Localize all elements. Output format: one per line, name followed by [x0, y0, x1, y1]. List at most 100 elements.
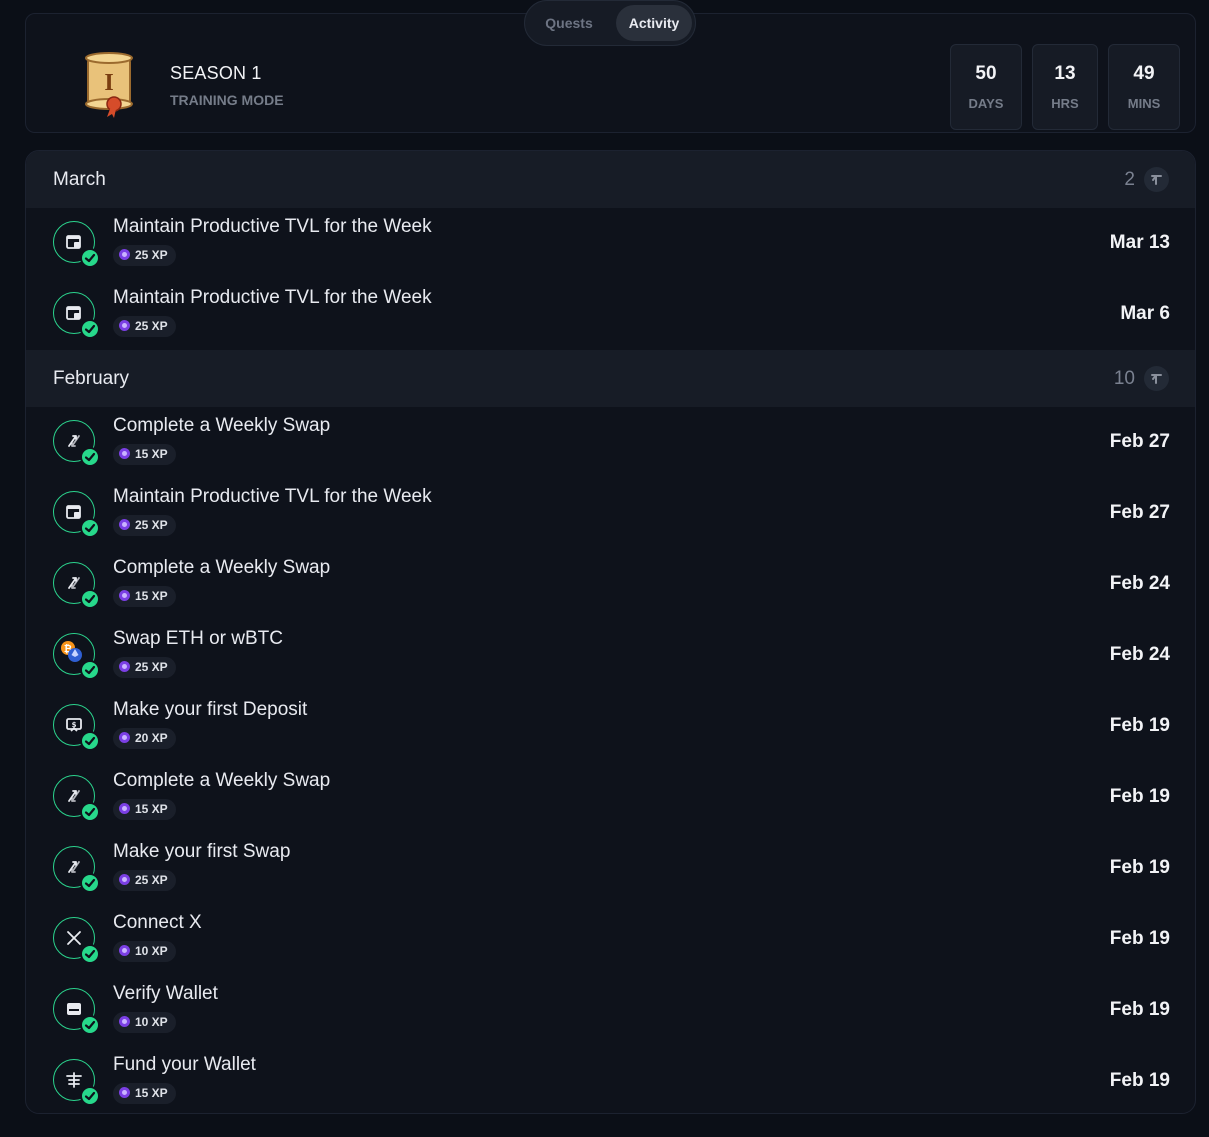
activity-row[interactable]: Complete a Weekly Swap 15 XP Feb 19	[26, 762, 1195, 833]
xp-icon	[119, 874, 130, 885]
check-icon	[80, 660, 100, 680]
xp-icon	[119, 320, 130, 331]
timer-hours-value: 13	[1054, 63, 1076, 84]
xp-badge: 15 XP	[113, 1083, 176, 1104]
xp-badge: 25 XP	[113, 870, 176, 891]
timer-hours: 13 HRS	[1032, 44, 1098, 130]
activity-row[interactable]: Verify Wallet 10 XP Feb 19	[26, 975, 1195, 1046]
month-count: 10	[1113, 368, 1135, 389]
activity-row[interactable]: $ Make your first Deposit 20 XP Feb 19	[26, 691, 1195, 762]
svg-text:I: I	[104, 70, 113, 96]
xp-icon	[119, 1016, 130, 1027]
xp-icon	[119, 448, 130, 459]
activity-date: Feb 19	[1109, 928, 1170, 949]
activity-title: Maintain Productive TVL for the Week	[113, 216, 432, 237]
check-icon	[80, 802, 100, 822]
tab-quests[interactable]: Quests	[533, 5, 605, 41]
check-icon	[80, 248, 100, 268]
check-icon	[80, 873, 100, 893]
activity-row[interactable]: Maintain Productive TVL for the Week 25 X…	[26, 478, 1195, 549]
xp-value: 15 XP	[135, 802, 168, 816]
activity-title: Complete a Weekly Swap	[113, 415, 331, 436]
month-name: March	[53, 169, 106, 190]
season-scroll-icon: I	[80, 52, 140, 118]
xp-icon	[119, 1087, 130, 1098]
xp-value: 15 XP	[135, 589, 168, 603]
svg-text:$: $	[72, 721, 77, 729]
collapse-icon[interactable]	[1144, 366, 1169, 391]
activity-row[interactable]: Maintain Productive TVL for the Week 25 X…	[26, 208, 1195, 279]
activity-row[interactable]: Fund your Wallet 15 XP Feb 19	[26, 1046, 1195, 1113]
month-header-february[interactable]: February 10	[26, 350, 1195, 407]
xp-icon	[119, 732, 130, 743]
timer-hours-unit: HRS	[1051, 96, 1079, 111]
xp-icon	[119, 519, 130, 530]
activity-date: Mar 13	[1109, 232, 1170, 253]
xp-badge: 15 XP	[113, 586, 176, 607]
season-subtitle: TRAINING MODE	[170, 92, 284, 108]
xp-value: 25 XP	[135, 873, 168, 887]
timer-minutes-value: 49	[1133, 63, 1155, 84]
activity-title: Maintain Productive TVL for the Week	[113, 486, 432, 507]
view-tabs: Quests Activity	[524, 0, 696, 46]
month-name: February	[53, 368, 130, 389]
check-icon	[80, 589, 100, 609]
activity-title: Make your first Swap	[113, 841, 291, 862]
timer-days-value: 50	[975, 63, 997, 84]
activity-title: Make your first Deposit	[113, 699, 308, 720]
xp-badge: 15 XP	[113, 444, 176, 465]
activity-date: Feb 19	[1109, 1070, 1170, 1091]
xp-value: 25 XP	[135, 660, 168, 674]
xp-value: 25 XP	[135, 518, 168, 532]
xp-badge: 20 XP	[113, 728, 176, 749]
xp-icon	[119, 945, 130, 956]
activity-date: Mar 6	[1120, 303, 1170, 324]
activity-date: Feb 19	[1109, 857, 1170, 878]
xp-badge: 25 XP	[113, 657, 176, 678]
timer-minutes-unit: MINS	[1127, 96, 1161, 111]
xp-value: 25 XP	[135, 319, 168, 333]
activity-title: Fund your Wallet	[113, 1054, 256, 1075]
activity-row[interactable]: Complete a Weekly Swap 15 XP Feb 24	[26, 549, 1195, 620]
activity-date: Feb 27	[1109, 502, 1170, 523]
activity-date: Feb 19	[1109, 786, 1170, 807]
activity-list: March 2 Maintain Productive TVL for the We…	[25, 150, 1196, 1114]
xp-value: 15 XP	[135, 1086, 168, 1100]
check-icon	[80, 731, 100, 751]
check-icon	[80, 1015, 100, 1035]
collapse-icon[interactable]	[1144, 167, 1169, 192]
check-icon	[80, 1086, 100, 1106]
check-icon	[80, 447, 100, 467]
xp-badge: 15 XP	[113, 799, 176, 820]
check-icon	[80, 518, 100, 538]
activity-row[interactable]: Make your first Swap 25 XP Feb 19	[26, 833, 1195, 904]
month-count: 2	[1124, 169, 1135, 190]
month-header-march[interactable]: March 2	[26, 151, 1195, 208]
check-icon	[80, 319, 100, 339]
xp-badge: 25 XP	[113, 316, 176, 337]
activity-row[interactable]: Maintain Productive TVL for the Week 25 X…	[26, 279, 1195, 350]
season-title: SEASON 1	[170, 63, 262, 83]
activity-title: Maintain Productive TVL for the Week	[113, 287, 432, 308]
activity-date: Feb 19	[1109, 999, 1170, 1020]
xp-badge: 25 XP	[113, 245, 176, 266]
activity-title: Swap ETH or wBTC	[113, 628, 283, 649]
activity-row[interactable]: Connect X 10 XP Feb 19	[26, 904, 1195, 975]
xp-badge: 10 XP	[113, 941, 176, 962]
activity-title: Complete a Weekly Swap	[113, 770, 331, 791]
xp-icon	[119, 661, 130, 672]
xp-badge: 10 XP	[113, 1012, 176, 1033]
xp-value: 25 XP	[135, 248, 168, 262]
activity-row[interactable]: ₿ Swap ETH or wBTC 25 XP Feb 24	[26, 620, 1195, 691]
tab-activity[interactable]: Activity	[616, 5, 692, 41]
activity-date: Feb 24	[1109, 573, 1170, 594]
activity-title: Complete a Weekly Swap	[113, 557, 331, 578]
xp-value: 10 XP	[135, 1015, 168, 1029]
xp-value: 20 XP	[135, 731, 168, 745]
check-icon	[80, 944, 100, 964]
activity-title: Verify Wallet	[113, 983, 218, 1004]
activity-row[interactable]: Complete a Weekly Swap 15 XP Feb 27	[26, 407, 1195, 478]
timer-days-unit: DAYS	[968, 96, 1004, 111]
xp-icon	[119, 249, 130, 260]
activity-date: Feb 19	[1109, 715, 1170, 736]
